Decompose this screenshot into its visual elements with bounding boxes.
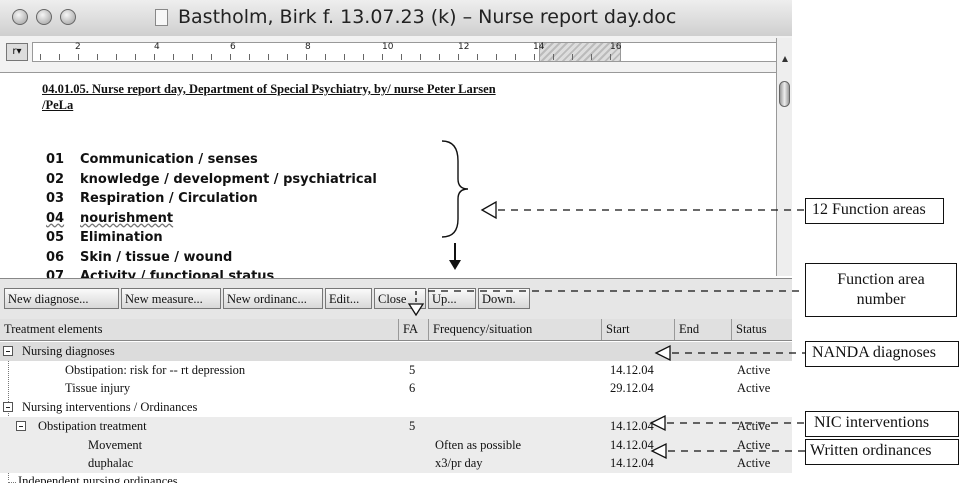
nic-callout: NIC interventions (805, 411, 959, 437)
written-label: Written ordinances (810, 442, 932, 459)
nanda-label: NANDA diagnoses (812, 344, 936, 361)
function-areas-label: 12 Function areas (812, 201, 926, 218)
function-areas-callout: 12 Function areas (805, 198, 944, 224)
nanda-callout: NANDA diagnoses (805, 341, 959, 367)
function-area-number-label: Function area number (837, 271, 925, 308)
written-callout: Written ordinances (805, 439, 959, 465)
function-area-number-callout: Function area number (805, 263, 957, 317)
nic-label: NIC interventions (814, 414, 930, 431)
